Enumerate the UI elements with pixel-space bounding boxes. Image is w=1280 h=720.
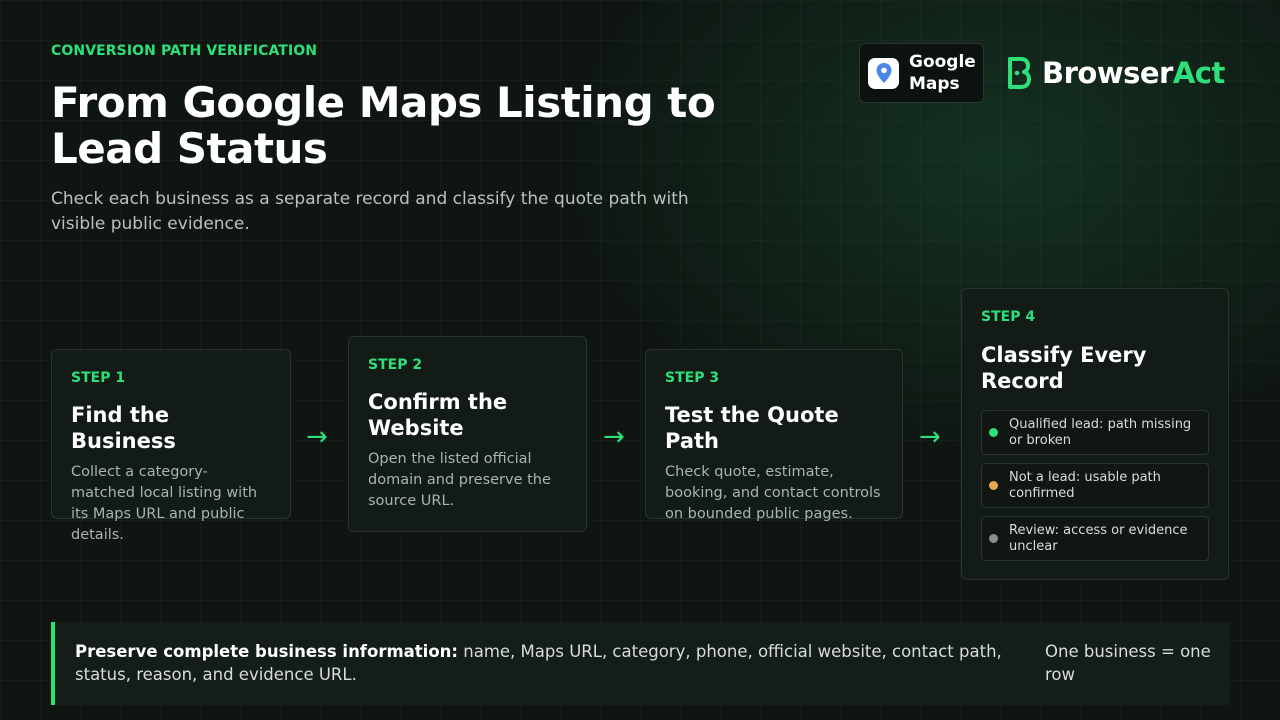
classification-item-review: Review: access or evidence unclear	[981, 516, 1209, 561]
step-label: STEP 1	[71, 370, 126, 386]
map-pin-icon	[868, 57, 899, 89]
browseract-logo-icon	[1008, 57, 1031, 89]
google-maps-label: Google Maps	[909, 52, 976, 94]
classification-item-qualified: Qualified lead: path missing or broken	[981, 410, 1209, 455]
step-title: Classify Every Record	[981, 343, 1147, 393]
step-label: STEP 3	[665, 370, 720, 386]
arrow-right-icon: →	[306, 422, 328, 452]
step-3-card: STEP 3 Test the Quote Path Check quote, …	[645, 349, 903, 522]
status-dot-icon	[989, 428, 998, 437]
brand-name-suffix: Act	[1172, 56, 1226, 90]
page-subtitle: Check each business as a separate record…	[51, 189, 689, 234]
browseract-logo: BrowserAct	[1006, 55, 1225, 91]
step-1-card: STEP 1 Find the Business Collect a categ…	[51, 349, 291, 543]
brand-name-prefix: Browser	[1042, 56, 1173, 90]
step-label: STEP 2	[368, 357, 423, 373]
status-dot-icon	[989, 534, 998, 543]
step-title: Find the Business	[71, 403, 176, 453]
brand-name: BrowserAct	[1042, 56, 1225, 90]
step-label: STEP 4	[981, 309, 1036, 325]
google-maps-badge: Google Maps	[859, 43, 984, 103]
step-description: Open the listed official domain and pres…	[368, 451, 551, 509]
status-dot-icon	[989, 481, 998, 490]
footer-note: Preserve complete business information: …	[51, 622, 1230, 705]
arrow-right-icon: →	[603, 422, 625, 452]
arrow-right-icon: →	[919, 422, 941, 452]
classification-text: Not a lead: usable path confirmed	[1009, 469, 1161, 501]
classification-list: Qualified lead: path missing or broken N…	[981, 410, 1209, 561]
footer-main-text: Preserve complete business information: …	[75, 640, 1015, 686]
eyebrow: CONVERSION PATH VERIFICATION	[51, 43, 318, 59]
step-2-card: STEP 2 Confirm the Website Open the list…	[348, 336, 587, 532]
footer-side-text: One business = one row	[1045, 642, 1211, 684]
step-4-card: STEP 4 Classify Every Record Qualified l…	[961, 288, 1229, 580]
step-title: Confirm the Website	[368, 390, 508, 440]
classification-text: Review: access or evidence unclear	[1009, 522, 1188, 554]
footer-bold-text: Preserve complete business information:	[75, 642, 459, 661]
page-title: From Google Maps Listing to Lead Status	[51, 78, 716, 173]
step-description: Collect a category-matched local listing…	[71, 464, 258, 543]
step-title: Test the Quote Path	[665, 403, 839, 453]
classification-item-not-lead: Not a lead: usable path confirmed	[981, 463, 1209, 508]
classification-text: Qualified lead: path missing or broken	[1009, 416, 1192, 448]
step-description: Check quote, estimate, booking, and cont…	[665, 464, 881, 522]
